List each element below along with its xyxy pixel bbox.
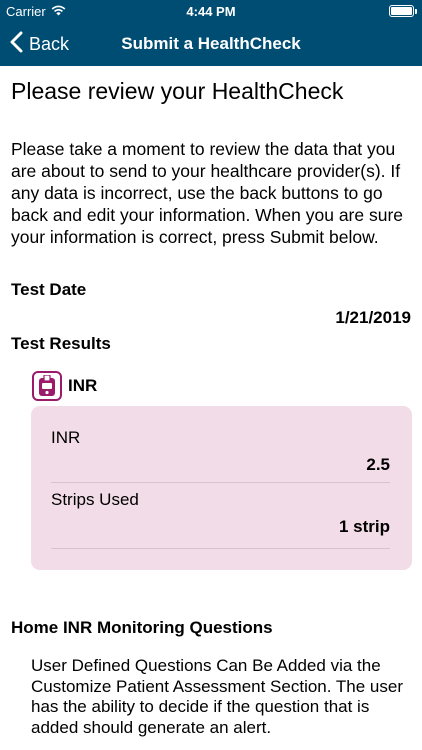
inr-row-label: INR bbox=[51, 428, 81, 447]
test-date-label: Test Date bbox=[11, 280, 87, 299]
inr-section-title: INR bbox=[68, 376, 98, 395]
test-strip-meter-icon bbox=[32, 371, 62, 401]
navigation-bar: Back Submit a HealthCheck bbox=[0, 22, 422, 66]
test-results-label: Test Results bbox=[11, 334, 111, 353]
nav-title: Submit a HealthCheck bbox=[121, 34, 301, 53]
inr-results-card: INR 2.5 Strips Used 1 strip bbox=[31, 406, 412, 570]
inr-row-value: 2.5 bbox=[366, 455, 390, 474]
questions-text: User Defined Questions Can Be Added via … bbox=[31, 656, 403, 737]
row-divider bbox=[51, 482, 390, 483]
test-date-value: 1/21/2019 bbox=[335, 308, 411, 327]
inr-section-header: INR bbox=[32, 371, 97, 401]
battery-icon bbox=[389, 5, 417, 17]
intro-text: Please take a moment to review the data … bbox=[11, 139, 404, 247]
questions-title: Home INR Monitoring Questions bbox=[11, 618, 273, 637]
page-title: Please review your HealthCheck bbox=[11, 78, 344, 104]
strips-used-row-value: 1 strip bbox=[338, 517, 390, 536]
clock: 4:44 PM bbox=[186, 4, 236, 19]
status-bar: Carrier 4:44 PM bbox=[0, 0, 422, 22]
row-divider bbox=[51, 548, 390, 549]
strips-used-row-label: Strips Used bbox=[51, 490, 139, 509]
